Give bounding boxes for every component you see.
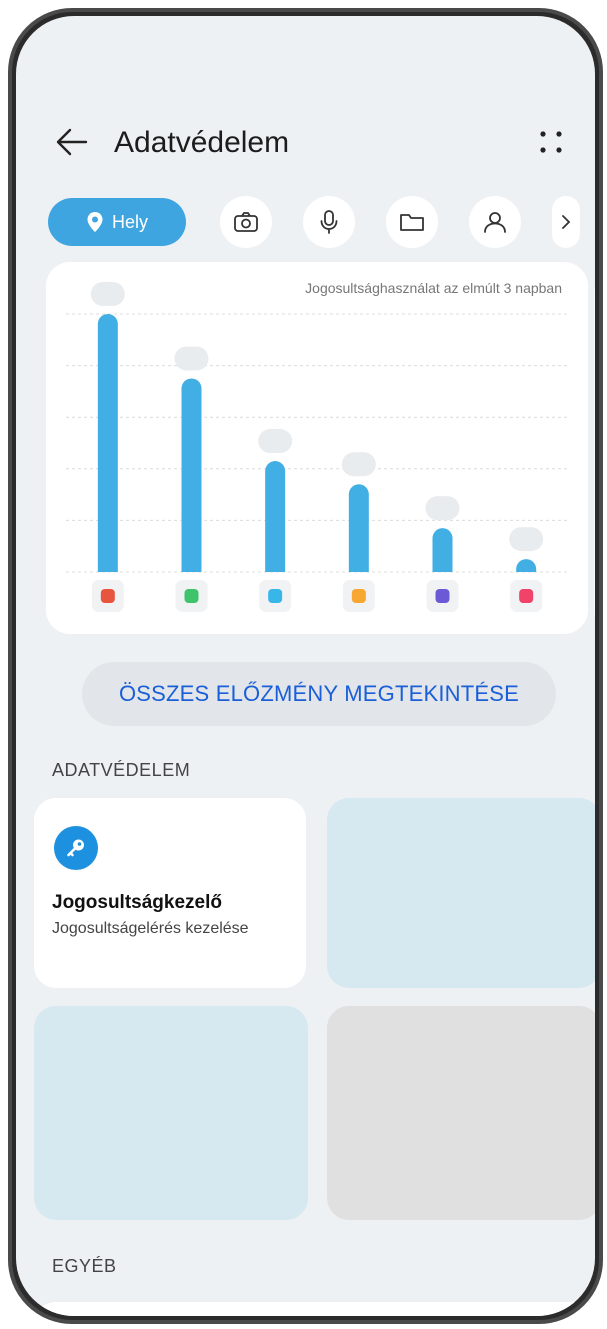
chart-bar[interactable] xyxy=(97,314,118,572)
page-title: Adatvédelem xyxy=(114,126,290,159)
tab-files[interactable] xyxy=(386,196,438,248)
folder-icon xyxy=(400,214,424,231)
permission-usage-bar-chart xyxy=(66,282,568,612)
chevron-right-icon xyxy=(562,215,571,229)
other-section-card[interactable] xyxy=(34,1302,594,1316)
placeholder-tile[interactable] xyxy=(327,798,595,988)
tab-microphone[interactable] xyxy=(303,196,355,248)
messaging-app-icon xyxy=(259,580,292,612)
key-icon xyxy=(67,839,84,857)
permission-manager-tile[interactable]: Jogosultságkezelő Jogosultságelérés keze… xyxy=(34,798,306,988)
other-section-label: EGYÉB xyxy=(52,1256,117,1276)
chart-bar[interactable] xyxy=(348,484,369,572)
microphone-icon xyxy=(320,210,338,234)
bar-value-label xyxy=(90,282,125,306)
tab-contacts[interactable] xyxy=(469,196,521,248)
shopping-app-icon xyxy=(510,580,543,612)
bar-value-label xyxy=(174,346,209,371)
chart-bar[interactable] xyxy=(432,528,453,572)
phone-frame: Adatvédelem Hely Jogosultsághasználat az… xyxy=(8,8,603,1324)
permission-manager-icon xyxy=(54,826,98,870)
more-options-button[interactable] xyxy=(533,124,569,160)
tab-more[interactable] xyxy=(552,196,580,248)
bar-value-label xyxy=(341,452,376,477)
back-button[interactable] xyxy=(54,124,90,160)
bar-value-label xyxy=(509,527,544,552)
arrow-left-icon xyxy=(56,128,88,156)
video-app-icon xyxy=(426,580,459,612)
tab-location[interactable]: Hely xyxy=(48,198,186,246)
tab-camera[interactable] xyxy=(220,196,272,248)
view-all-history-button[interactable]: ÖSSZES ELŐZMÉNY MEGTEKINTÉSE xyxy=(82,662,556,726)
camera-icon xyxy=(234,212,258,232)
weather-app-icon xyxy=(342,580,375,612)
app-header: Adatvédelem xyxy=(16,108,595,178)
placeholder-tile[interactable] xyxy=(34,1006,308,1220)
screen: Adatvédelem Hely Jogosultsághasználat az… xyxy=(16,16,595,1316)
maps-app-icon xyxy=(91,580,124,612)
location-pin-icon xyxy=(87,212,103,232)
permission-manager-title: Jogosultságkezelő xyxy=(52,892,222,913)
permission-type-tabs: Hely xyxy=(16,194,595,250)
community-app-icon xyxy=(175,580,208,612)
chart-bar[interactable] xyxy=(181,378,202,573)
next-chart-card-peek xyxy=(594,282,595,622)
contacts-icon xyxy=(484,212,506,233)
more-dots-icon xyxy=(540,131,562,153)
permission-manager-subtitle: Jogosultságelérés kezelése xyxy=(52,920,249,937)
bar-value-label xyxy=(258,429,293,454)
privacy-section-label: ADATVÉDELEM xyxy=(52,760,191,780)
bar-value-label xyxy=(425,496,460,521)
chart-bar[interactable] xyxy=(516,559,537,572)
tab-location-label: Hely xyxy=(111,211,148,232)
chart-bar[interactable] xyxy=(265,461,286,572)
placeholder-tile[interactable] xyxy=(327,1006,595,1220)
usage-chart-card[interactable]: Jogosultsághasználat az elmúlt 3 napban xyxy=(46,262,588,634)
